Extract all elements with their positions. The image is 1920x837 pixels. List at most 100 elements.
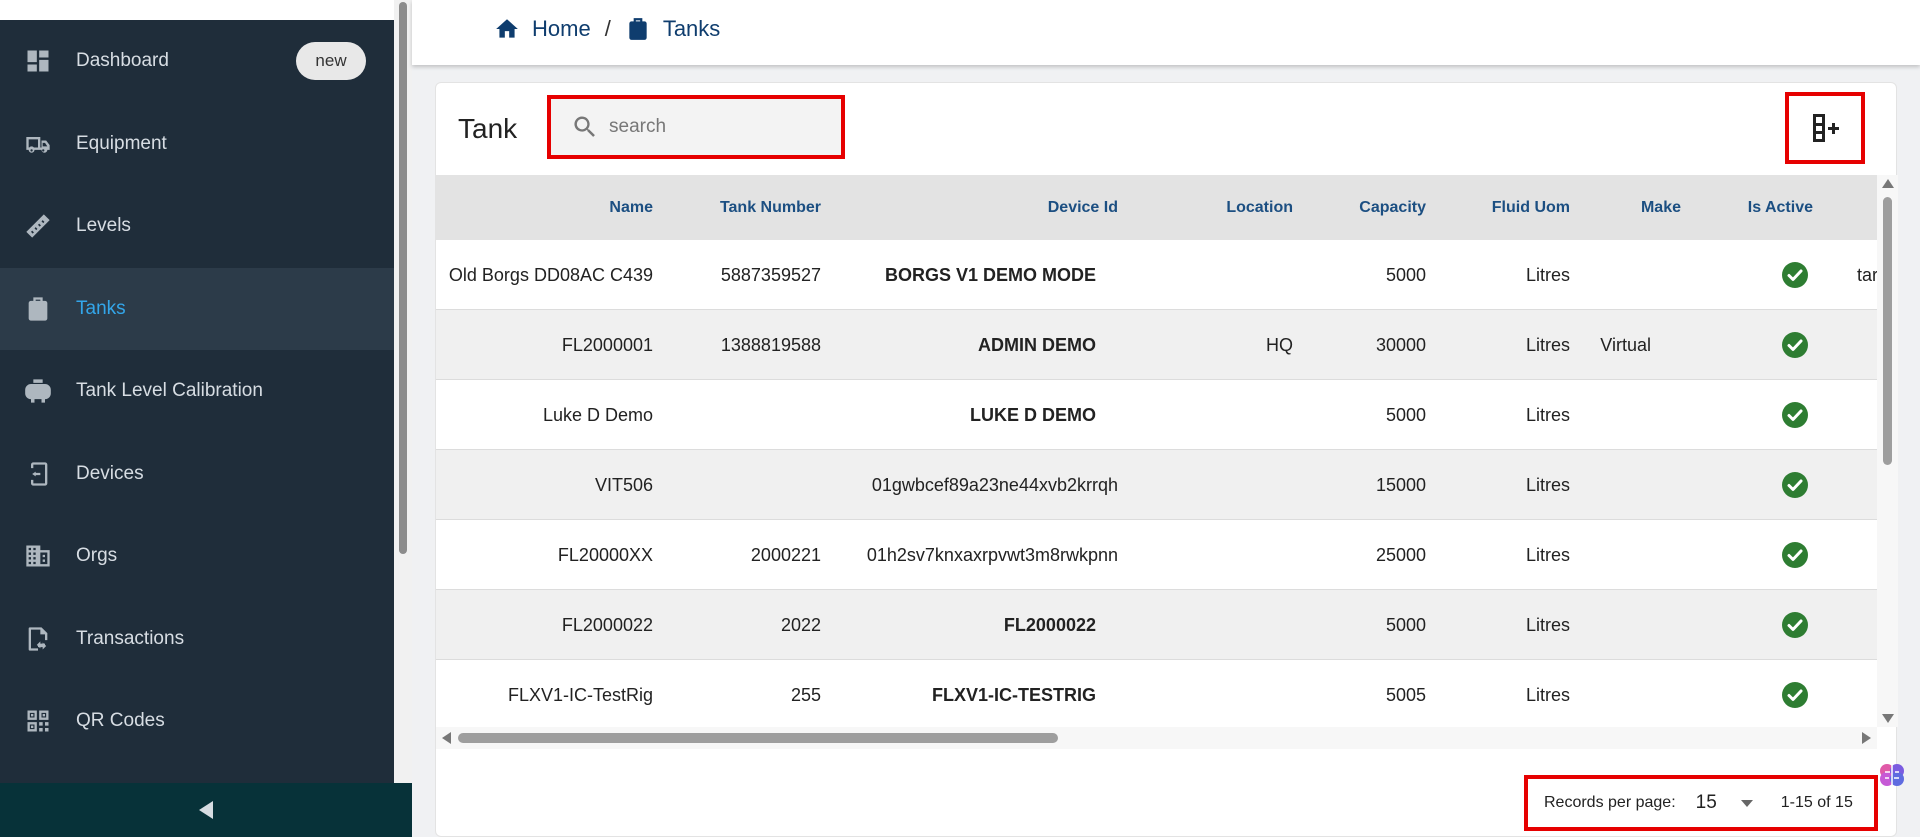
sidebar-item-orgs[interactable]: Orgs	[0, 515, 394, 598]
cell-name: FL2000001	[561, 334, 653, 355]
table-horizontal-scrollbar-thumb[interactable]	[458, 733, 1058, 743]
table-horizontal-scrollbar[interactable]	[436, 727, 1877, 749]
breadcrumb-separator: /	[604, 16, 611, 41]
cell-fluid-uom: Litres	[1525, 614, 1570, 635]
cell-name: FL20000XX	[557, 544, 653, 565]
tank-card: Tank Name Tank Number Device Id Location Cap…	[435, 82, 1898, 837]
check-circle-icon	[1782, 262, 1808, 288]
ruler-icon	[22, 210, 54, 242]
cell-is-active	[1781, 450, 1809, 520]
scroll-up-arrow[interactable]	[1882, 179, 1894, 188]
sidebar-item-devices[interactable]: Devices	[0, 433, 394, 516]
add-column-button[interactable]	[1785, 92, 1865, 164]
cell-tank-number: 1388819588	[720, 334, 821, 355]
cell-device-id: 01h2sv7knxaxrpvwt3m8rwkpnn	[866, 544, 1118, 565]
cell-make: Virtual	[1600, 334, 1651, 355]
search-box[interactable]	[547, 95, 845, 159]
sidebar-scrollbar[interactable]	[394, 0, 412, 783]
sidebar: Dashboard new Equipment Levels Tanks Tank Lev…	[0, 0, 394, 837]
records-per-page-select[interactable]: 15	[1696, 792, 1717, 814]
column-header-fluid-uom[interactable]: Fluid Uom	[1492, 175, 1570, 240]
column-header-location[interactable]: Location	[1226, 175, 1293, 240]
sidebar-item-tank-level-calibration[interactable]: Tank Level Calibration	[0, 350, 394, 433]
sidebar-item-label: Devices	[76, 462, 144, 484]
cell-tank-number: 2000221	[750, 544, 821, 565]
scroll-down-arrow[interactable]	[1882, 714, 1894, 723]
table-row[interactable]: FLXV1-IC-TestRig 255 FLXV1-IC-TESTRIG 5005 L…	[436, 660, 1877, 727]
table-header: Name Tank Number Device Id Location Capacity…	[436, 175, 1877, 240]
table-row[interactable]: FL2000001 1388819588 ADMIN DEMO HQ 30000 Litr…	[436, 310, 1877, 380]
sidebar-item-levels[interactable]: Levels	[0, 185, 394, 268]
cell-fluid-uom: Litres	[1525, 544, 1570, 565]
tank-icon	[22, 293, 54, 325]
scroll-left-arrow[interactable]	[442, 732, 451, 744]
cell-fluid-uom: Litres	[1525, 684, 1570, 705]
column-header-tank-number[interactable]: Tank Number	[720, 175, 821, 240]
table-row[interactable]: Luke D Demo LUKE D DEMO 5000 Litres	[436, 380, 1877, 450]
table-row[interactable]: Old Borgs DD08AC C439 5887359527 BORGS V1 …	[436, 240, 1877, 310]
cell-capacity: 25000	[1375, 544, 1426, 565]
cell-device-id: FL2000022	[1003, 614, 1096, 635]
chevron-down-icon[interactable]	[1740, 799, 1753, 807]
check-circle-icon	[1782, 332, 1808, 358]
caret-left-icon	[199, 801, 213, 819]
table-vertical-scrollbar-thumb[interactable]	[1883, 197, 1892, 465]
cell-is-active	[1781, 590, 1809, 660]
cell-capacity: 5000	[1385, 264, 1426, 285]
breadcrumb-current: Tanks	[662, 16, 721, 41]
sidebar-collapse-button[interactable]	[0, 783, 412, 837]
cell-fluid-uom: Litres	[1525, 334, 1570, 355]
cell-capacity: 15000	[1375, 474, 1426, 495]
sidebar-item-label: Tank Level Calibration	[76, 380, 263, 402]
cell-name: FLXV1-IC-TestRig	[507, 684, 653, 705]
card-title: Tank	[458, 113, 518, 144]
table-vertical-scrollbar[interactable]	[1877, 175, 1898, 727]
check-circle-icon	[1782, 612, 1808, 638]
search-input[interactable]	[609, 116, 809, 138]
add-column-icon	[1813, 114, 1839, 142]
table-row[interactable]: VIT506 01gwbcef89a23ne44xvb2krrqh 15000 Lit…	[436, 450, 1877, 520]
check-circle-icon	[1782, 402, 1808, 428]
breadcrumb-home-link[interactable]: Home	[532, 16, 591, 42]
table-row[interactable]: FL20000XX 2000221 01h2sv7knxaxrpvwt3m8rwkp…	[436, 520, 1877, 590]
column-header-is-active[interactable]: Is Active	[1748, 175, 1813, 240]
transactions-icon	[22, 623, 54, 655]
column-header-device-id[interactable]: Device Id	[1048, 175, 1118, 240]
sidebar-item-dashboard[interactable]: Dashboard new	[0, 20, 394, 103]
calibration-tank-icon	[22, 375, 54, 407]
sidebar-top-strip	[0, 0, 394, 20]
cell-fluid-uom: Litres	[1525, 474, 1570, 495]
column-header-make[interactable]: Make	[1641, 175, 1681, 240]
new-badge: new	[296, 42, 366, 80]
sidebar-scrollbar-thumb[interactable]	[399, 2, 407, 554]
cell-is-active	[1781, 240, 1809, 310]
column-header-capacity[interactable]: Capacity	[1359, 175, 1426, 240]
sidebar-item-tanks[interactable]: Tanks	[0, 267, 394, 350]
cell-name: VIT506	[594, 474, 653, 495]
cell-is-active	[1781, 380, 1809, 450]
table-row[interactable]: FL2000022 2022 FL2000022 5000 Litres	[436, 590, 1877, 660]
cell-device-id: LUKE D DEMO	[970, 404, 1096, 425]
sidebar-item-label: QR Codes	[76, 710, 165, 732]
scroll-right-arrow[interactable]	[1862, 732, 1871, 744]
cell-capacity: 5005	[1385, 684, 1426, 705]
cell-device-id: ADMIN DEMO	[978, 334, 1096, 355]
sidebar-item-transactions[interactable]: Transactions	[0, 598, 394, 681]
sidebar-item-equipment[interactable]: Equipment	[0, 103, 394, 186]
cell-name: Old Borgs DD08AC C439	[448, 264, 653, 285]
building-icon	[22, 540, 54, 572]
breadcrumb: Home / Tanks	[494, 16, 720, 42]
cell-fluid-uom: Litres	[1525, 404, 1570, 425]
pagination-range: 1-15 of 15	[1780, 794, 1853, 811]
cell-device-id: 01gwbcef89a23ne44xvb2krrqh	[871, 474, 1118, 495]
brain-icon[interactable]	[1877, 760, 1907, 790]
column-header-name[interactable]: Name	[609, 175, 653, 240]
sidebar-item-label: Equipment	[76, 132, 167, 154]
sidebar-nav: Dashboard new Equipment Levels Tanks Tank Lev…	[0, 20, 394, 763]
dashboard-icon	[22, 45, 54, 77]
records-per-page-label: Records per page:	[1544, 794, 1676, 811]
cell-device-id: BORGS V1 DEMO MODE	[884, 264, 1096, 285]
cell-is-active	[1781, 310, 1809, 380]
sidebar-item-qr-codes[interactable]: QR Codes	[0, 680, 394, 763]
cell-capacity: 5000	[1385, 614, 1426, 635]
